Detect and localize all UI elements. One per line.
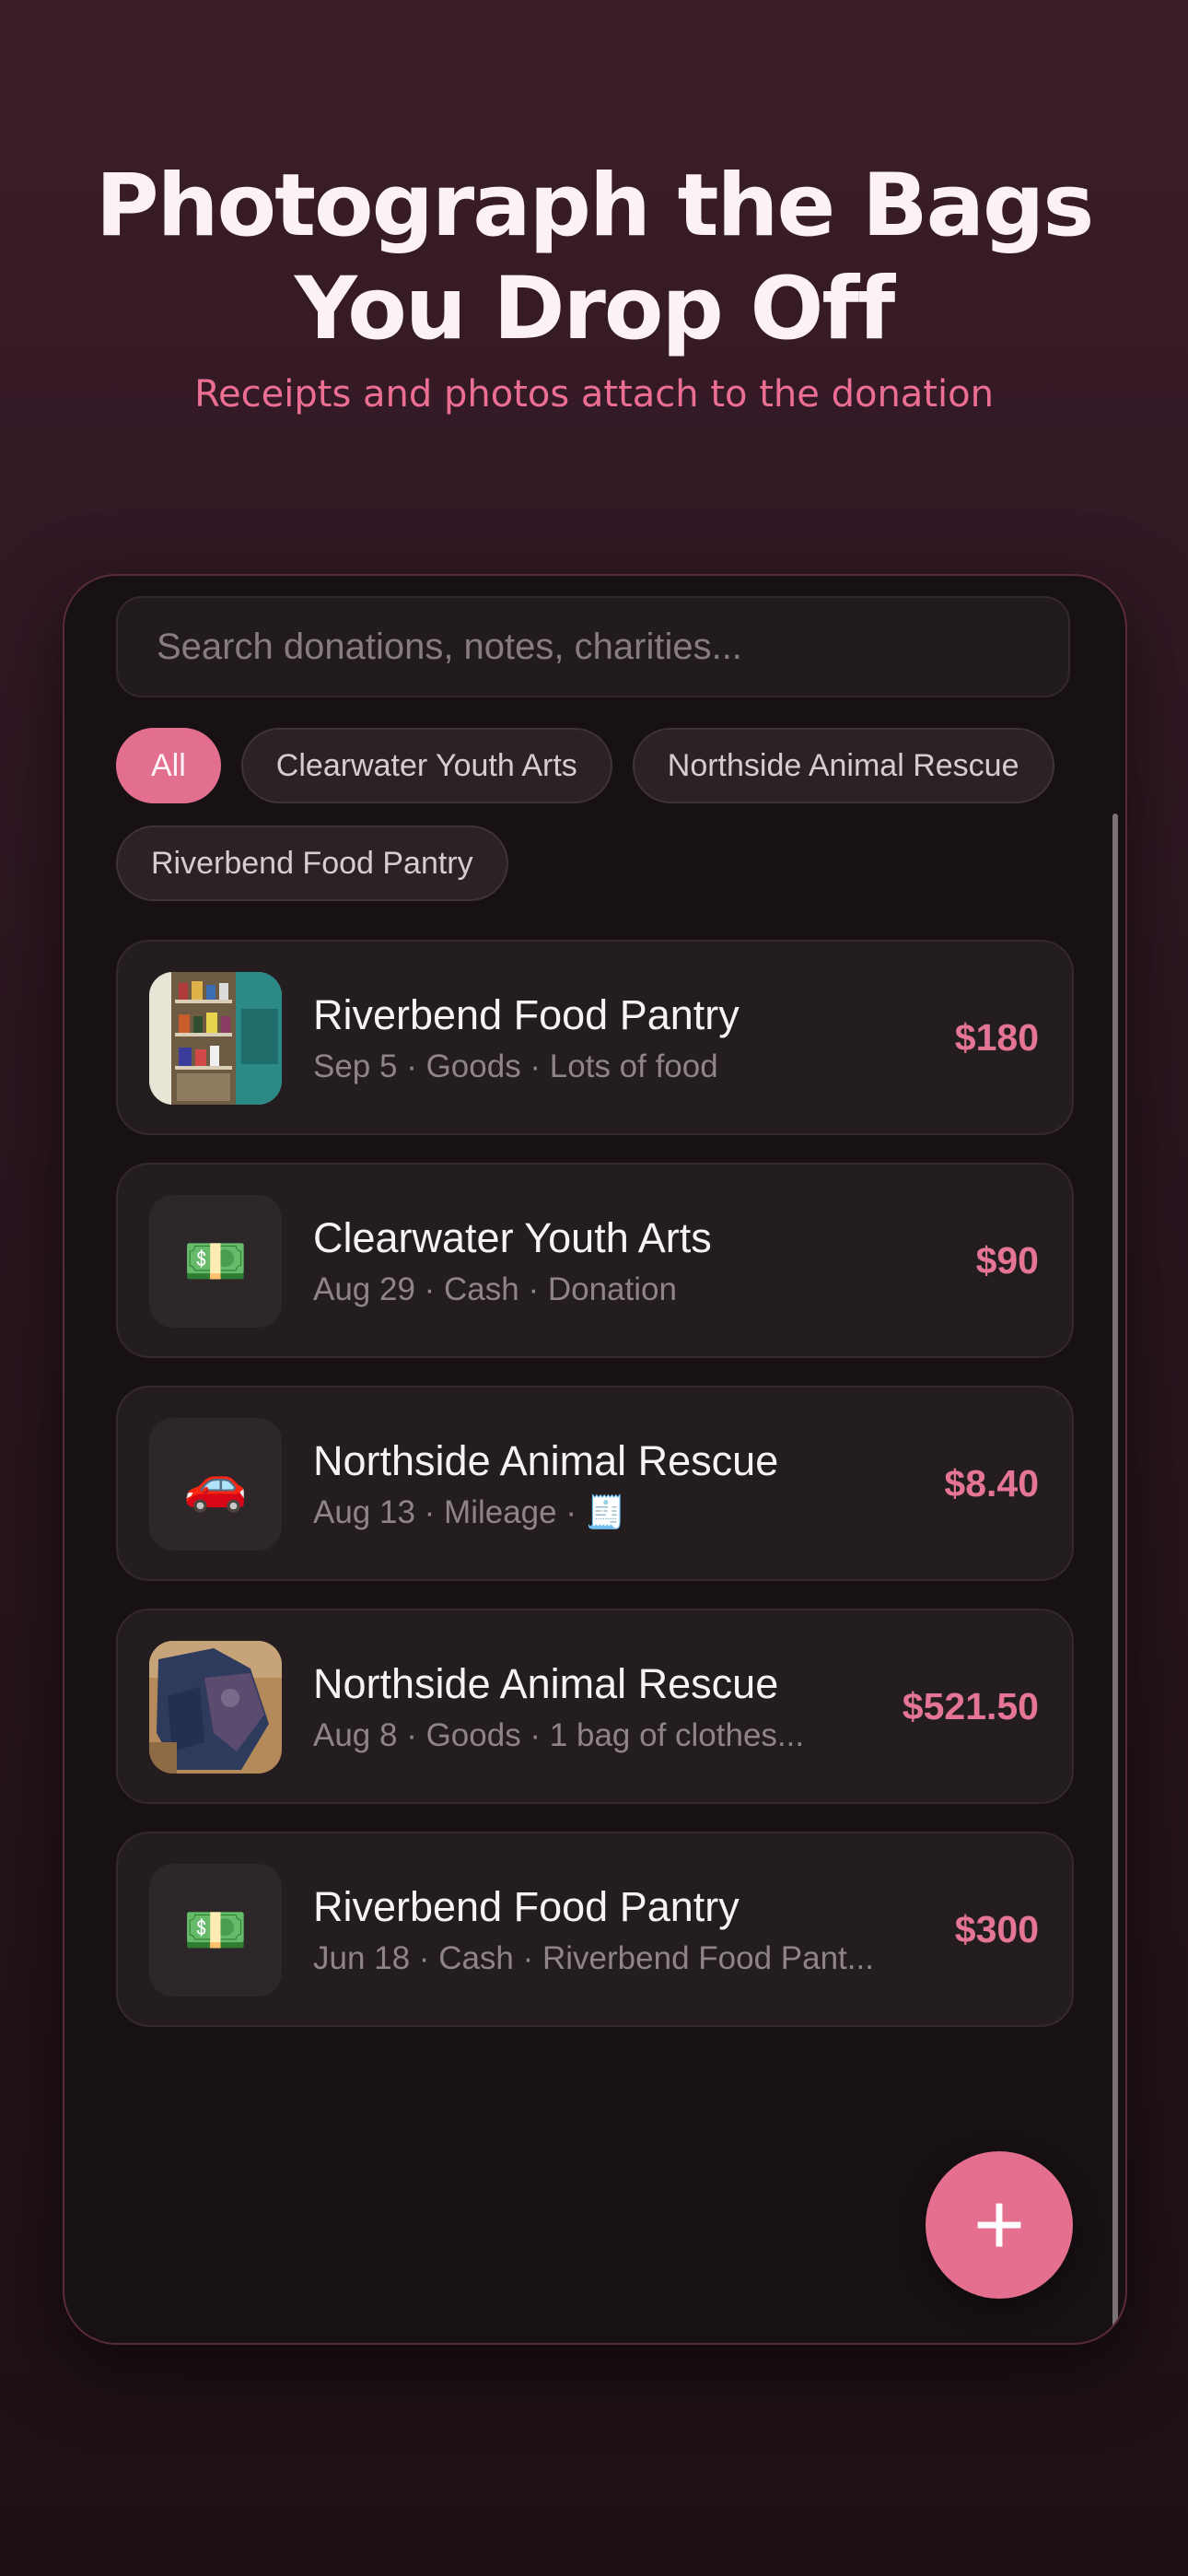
filter-chip-all[interactable]: All — [116, 728, 221, 803]
donation-row[interactable]: Riverbend Food Pantry Sep 5 · Goods · Lo… — [116, 940, 1074, 1135]
app-screen: All Clearwater Youth Arts Northside Anim… — [63, 574, 1127, 2345]
donation-meta: Aug 29 · Cash · Donation — [313, 1271, 677, 1307]
donation-meta: Aug 8 · Goods · 1 bag of clothes... — [313, 1717, 805, 1753]
car-icon: 🚗 — [149, 1418, 282, 1551]
donation-amount: $90 — [975, 1238, 1039, 1282]
cash-icon: 💵 — [149, 1195, 282, 1328]
charity-name: Northside Animal Rescue — [313, 1660, 779, 1707]
charity-name: Riverbend Food Pantry — [313, 991, 740, 1038]
donation-info: Northside Animal Rescue Aug 8 · Goods · … — [313, 1658, 884, 1756]
donation-amount: $521.50 — [902, 1684, 1039, 1727]
donation-info: Riverbend Food Pantry Sep 5 · Goods · Lo… — [313, 989, 884, 1087]
filter-chip-clearwater-youth-arts[interactable]: Clearwater Youth Arts — [240, 728, 612, 803]
clothes-photo — [149, 1641, 282, 1774]
donation-amount: $8.40 — [944, 1461, 1039, 1505]
search-input[interactable] — [155, 625, 1031, 669]
filter-chip-northside-animal-rescue[interactable]: Northside Animal Rescue — [632, 728, 1054, 803]
filter-chip-riverbend-food-pantry[interactable]: Riverbend Food Pantry — [116, 825, 508, 901]
donation-meta: Jun 18 · Cash · Riverbend Food Pant... — [313, 1940, 874, 1976]
filter-chips: All Clearwater Youth Arts Northside Anim… — [116, 728, 1074, 901]
charity-name: Clearwater Youth Arts — [313, 1214, 712, 1261]
hero: Photograph the Bags You Drop Off Receipt… — [0, 155, 1188, 418]
plus-icon: + — [973, 2175, 1026, 2274]
donation-row[interactable]: 💵 Clearwater Youth Arts Aug 29 · Cash · … — [116, 1163, 1074, 1358]
donation-row[interactable]: 🚗 Northside Animal Rescue Aug 13 · Milea… — [116, 1386, 1074, 1581]
donation-meta: Aug 13 · Mileage · 🧾 — [313, 1494, 626, 1530]
add-donation-button[interactable]: + — [926, 2151, 1073, 2299]
hero-subtitle: Receipts and photos attach to the donati… — [194, 373, 994, 416]
donation-amount: $300 — [954, 1907, 1039, 1950]
donation-meta: Sep 5 · Goods · Lots of food — [313, 1048, 718, 1084]
charity-name: Riverbend Food Pantry — [313, 1883, 740, 1930]
cash-icon: 💵 — [149, 1864, 282, 1996]
donation-info: Riverbend Food Pantry Jun 18 · Cash · Ri… — [313, 1881, 884, 1979]
hero-title: Photograph the Bags You Drop Off — [95, 156, 1095, 359]
search-bar[interactable] — [116, 596, 1070, 697]
donation-row[interactable]: Northside Animal Rescue Aug 8 · Goods · … — [116, 1609, 1074, 1804]
donation-row[interactable]: 💵 Riverbend Food Pantry Jun 18 · Cash · … — [116, 1832, 1074, 2027]
charity-name: Northside Animal Rescue — [313, 1437, 779, 1484]
donation-info: Clearwater Youth Arts Aug 29 · Cash · Do… — [313, 1212, 884, 1310]
pantry-photo — [149, 972, 282, 1105]
donation-info: Northside Animal Rescue Aug 13 · Mileage… — [313, 1435, 884, 1533]
donation-amount: $180 — [954, 1015, 1039, 1059]
scrollbar[interactable] — [1112, 814, 1118, 2343]
donation-list: Riverbend Food Pantry Sep 5 · Goods · Lo… — [116, 940, 1074, 2055]
